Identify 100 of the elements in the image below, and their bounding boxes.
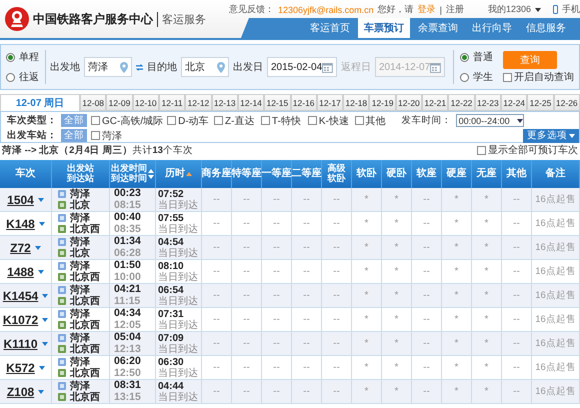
table-cell: -- [423,266,430,278]
table-cell: 16点起售 [535,265,576,278]
table-cell: * [364,218,368,230]
checkbox[interactable] [260,116,270,125]
input-field[interactable]: 菏泽 [84,57,132,77]
date-tab[interactable]: 12-09 [106,94,133,111]
date-tab[interactable]: 12-26 [554,94,580,111]
column-header[interactable]: 其他 [506,168,526,180]
register-link[interactable]: 注册 [446,3,464,16]
date-tab[interactable]: 12-07 周日 [0,94,80,111]
column-header[interactable]: 备注 [546,168,566,180]
train-number-link[interactable]: Z72 [10,240,31,255]
nav-tab[interactable]: 余票查询 [412,18,464,38]
radio-button[interactable] [6,72,15,82]
date-tab[interactable]: 12-16 [290,94,317,111]
end-station-icon [58,345,66,354]
checkbox[interactable] [308,116,317,125]
time-select[interactable]: 00:00--24:00 [456,114,524,127]
checkbox[interactable] [167,116,176,125]
column-header[interactable]: 软卧 [356,168,376,180]
column-header[interactable]: 历时 [165,168,185,180]
nav-tab[interactable]: 出行向导 [466,18,518,38]
date-field[interactable]: 2015-02-04 [267,57,337,77]
checkbox-label: 其他 [366,114,386,128]
swap-icon[interactable] [136,62,144,72]
location-pin-icon [217,62,225,72]
table-cell: * [454,338,458,350]
radio-button[interactable] [460,72,469,82]
train-number-link[interactable]: K1072 [2,312,38,327]
column-header[interactable]: 高级 软卧 [328,164,346,184]
date-tab[interactable]: 12-12 [185,94,212,111]
date-tab[interactable]: 12-25 [527,94,554,111]
date-tab[interactable]: 12-20 [396,94,422,111]
sort-up-icon[interactable] [186,172,192,176]
radio-button[interactable] [6,52,15,62]
column-header[interactable]: 软座 [416,168,436,180]
date-tab[interactable]: 12-22 [448,94,475,111]
column-header[interactable]: 商务座 [202,168,232,180]
date-tab[interactable]: 12-19 [369,94,396,111]
calendar-icon[interactable] [322,62,333,72]
field-label: 返程日 [341,60,371,74]
checkbox[interactable] [503,73,512,82]
column-header[interactable]: 出发时间 到达时间 [111,164,147,184]
mobile-link[interactable]: 手机 [562,3,580,16]
more-options-button[interactable]: 更多选项 [523,128,579,142]
table-cell: -- [243,314,250,326]
checkbox[interactable] [91,131,100,140]
train-number-link[interactable]: K148 [6,216,35,231]
radio-button[interactable] [460,52,469,62]
table-cell: 北京西 [70,272,100,283]
table-cell: * [454,194,458,206]
train-number-link[interactable]: K572 [6,360,35,375]
table-cell: -- [303,362,310,374]
column-header[interactable]: 二等座 [292,168,322,180]
train-number-link[interactable]: K1454 [2,288,38,303]
column-header[interactable]: 硬卧 [386,168,406,180]
sort-icon[interactable] [148,169,154,179]
column-header[interactable]: 车次 [16,168,36,180]
nav-tab[interactable]: 客运首页 [304,18,356,38]
table-cell: * [364,338,368,350]
column-header[interactable]: 特等座 [232,168,262,180]
nav-tab[interactable]: 信息服务 [520,18,572,38]
checkbox[interactable] [214,116,224,125]
table-cell: -- [243,242,250,254]
date-tab[interactable]: 12-23 [474,94,501,111]
table-cell: -- [213,386,220,398]
date-tab[interactable]: 12-10 [132,94,159,111]
train-number-link[interactable]: K1110 [3,336,38,351]
date-tab[interactable]: 12-21 [422,94,448,111]
date-tab[interactable]: 12-08 [80,94,106,111]
input-field[interactable]: 北京 [181,57,229,77]
table-cell: -- [243,290,250,302]
date-tab[interactable]: 12-24 [501,94,528,111]
end-station-icon [58,369,66,378]
column-header[interactable]: 无座 [476,168,496,180]
table-cell: 12:05 [114,320,141,332]
checkbox[interactable] [91,116,100,125]
train-number-link[interactable]: Z108 [6,384,34,399]
end-station-icon [58,393,66,402]
train-number-link[interactable]: 1488 [7,264,34,279]
nav-tab[interactable]: 车票预订 [358,18,410,38]
date-tab[interactable]: 12-17 [316,94,344,111]
train-number-link[interactable]: 1504 [7,192,34,207]
railway-logo [5,7,29,31]
column-header[interactable]: 硬座 [446,168,466,180]
table-cell: 北京西 [70,392,100,403]
table-cell: 06:28 [114,248,141,260]
date-tab[interactable]: 12-15 [264,94,290,111]
column-header[interactable]: 出发站 到达站 [67,164,94,184]
table-cell: * [364,266,368,278]
column-header[interactable]: 一等座 [262,168,292,180]
account-menu[interactable]: 我的12306 [488,3,531,16]
checkbox[interactable] [354,116,364,125]
result-summary: 菏泽 --> 北京（2月4日 周三）共计13个车次 [2,144,193,156]
checkbox[interactable] [477,146,486,154]
date-tab[interactable]: 12-13 [212,94,238,111]
date-tab[interactable]: 12-14 [238,94,264,111]
date-tab[interactable]: 12-11 [158,94,186,111]
date-tab[interactable]: 12-18 [343,94,370,111]
table-cell: 00:40 [114,212,141,224]
